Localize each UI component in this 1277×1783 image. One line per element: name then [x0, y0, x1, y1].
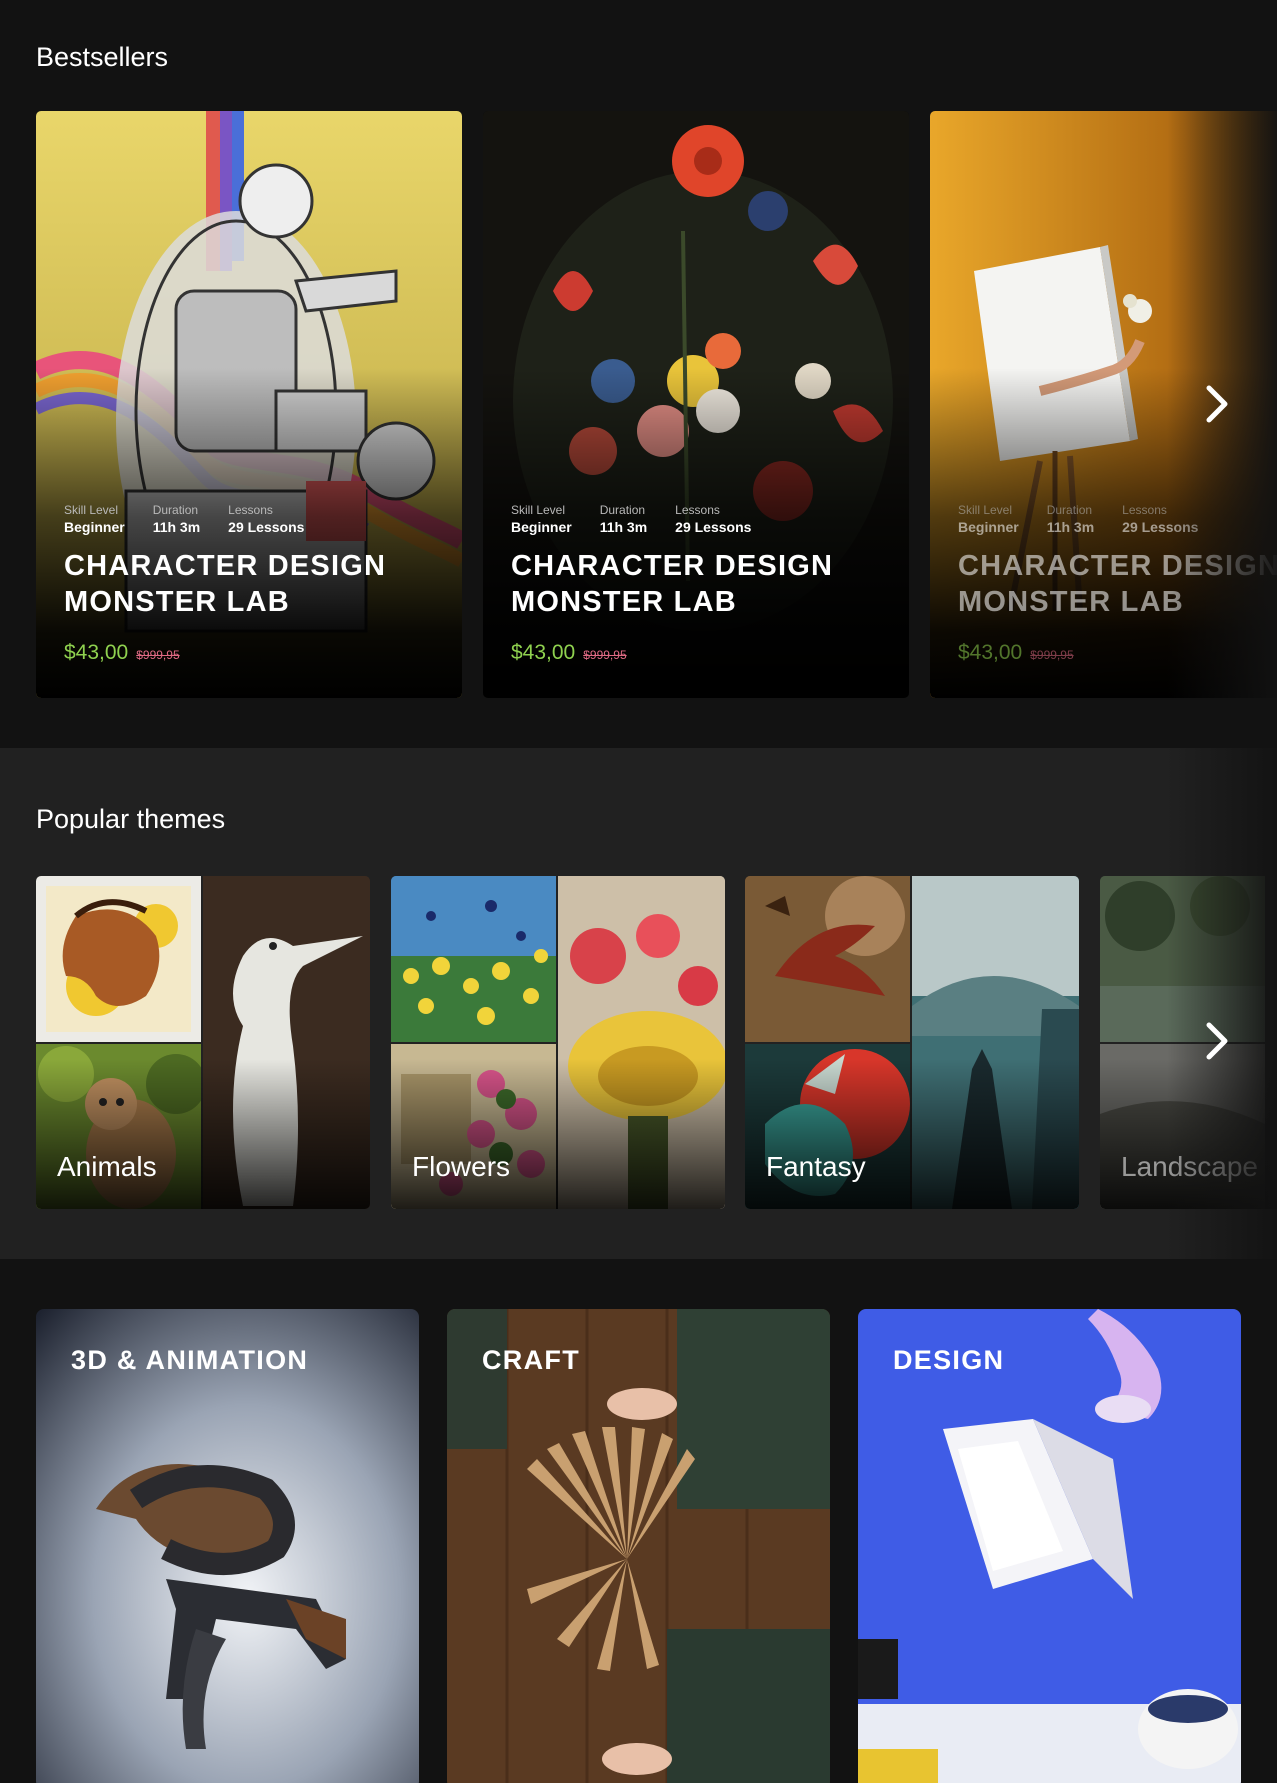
original-price: $999,95	[1030, 648, 1074, 662]
course-price: $43,00 $999,95	[511, 641, 627, 665]
course-price: $43,00 $999,95	[64, 641, 180, 665]
duration-label: Duration	[152, 503, 199, 517]
skill-level-value: Beginner	[511, 519, 572, 535]
bestsellers-section: Bestsellers Skill Level Beginner Duratio…	[0, 0, 1277, 748]
categories-section: 3D & ANIMATION CRAFT DESIGN	[0, 1259, 1277, 1783]
course-card[interactable]: Skill Level Beginner Duration 11h 3m Lesso…	[36, 111, 462, 698]
theme-label: Fantasy	[766, 1151, 866, 1182]
theme-image	[391, 876, 556, 1042]
theme-image	[745, 876, 910, 1042]
course-title: CHARACTER DESIGN MONSTER LAB	[64, 550, 387, 618]
course-meta: Skill Level Beginner Duration 11h 3m Lesso…	[64, 502, 304, 536]
skill-level-label: Skill Level	[64, 503, 119, 517]
current-price: $43,00	[958, 641, 1023, 664]
theme-label: Animals	[57, 1151, 157, 1182]
skill-level-label: Skill Level	[511, 503, 566, 517]
category-card-design[interactable]: DESIGN	[858, 1309, 1241, 1783]
theme-card-landscape[interactable]: Landscape	[1100, 876, 1277, 1209]
original-price: $999,95	[136, 648, 180, 662]
duration-value: 11h 3m	[152, 519, 201, 535]
course-title: CHARACTER DESIGN MONSTER LAB	[511, 550, 834, 618]
theme-gradient	[1100, 1059, 1277, 1209]
theme-card-flowers[interactable]: Flowers	[391, 876, 725, 1209]
popular-themes-section: Popular themes Animals Flowers Fantasy L…	[0, 748, 1277, 1259]
skill-level-value: Beginner	[64, 519, 125, 535]
category-card-3d-animation[interactable]: 3D & ANIMATION	[36, 1309, 419, 1783]
chevron-right-icon	[1206, 385, 1228, 423]
theme-gradient	[36, 1059, 370, 1209]
lessons-label: Lessons	[675, 503, 720, 517]
category-label: CRAFT	[482, 1345, 580, 1375]
course-title: CHARACTER DESIGN MONSTER LAB	[958, 550, 1277, 618]
theme-image	[1100, 876, 1265, 1042]
category-label: DESIGN	[893, 1345, 1005, 1375]
lessons-value: 29 Lessons	[1122, 519, 1199, 535]
chevron-right-icon	[1206, 1022, 1228, 1060]
current-price: $43,00	[511, 641, 576, 664]
current-price: $43,00	[64, 641, 129, 664]
lessons-label: Lessons	[1122, 503, 1167, 517]
skill-level-label: Skill Level	[958, 503, 1013, 517]
category-image	[858, 1309, 1241, 1783]
lessons-value: 29 Lessons	[228, 519, 305, 535]
duration-value: 11h 3m	[1046, 519, 1095, 535]
theme-gradient	[391, 1059, 725, 1209]
course-meta: Skill Level Beginner Duration 11h 3m Lesso…	[958, 502, 1198, 536]
theme-card-fantasy[interactable]: Fantasy	[745, 876, 1079, 1209]
theme-label: Landscape	[1121, 1151, 1259, 1182]
section-title-popular-themes: Popular themes	[36, 804, 226, 834]
duration-label: Duration	[1046, 503, 1093, 517]
skill-level-value: Beginner	[958, 519, 1019, 535]
bestsellers-next-button[interactable]	[1195, 382, 1239, 426]
course-meta: Skill Level Beginner Duration 11h 3m Lesso…	[511, 502, 751, 536]
course-price: $43,00 $999,95	[958, 641, 1074, 665]
themes-next-button[interactable]	[1195, 1019, 1239, 1063]
theme-image	[36, 876, 201, 1042]
duration-label: Duration	[599, 503, 646, 517]
duration-value: 11h 3m	[599, 519, 648, 535]
course-card[interactable]: Skill Level Beginner Duration 11h 3m Lesso…	[483, 111, 909, 698]
lessons-value: 29 Lessons	[675, 519, 752, 535]
category-label: 3D & ANIMATION	[71, 1345, 309, 1375]
theme-card-animals[interactable]: Animals	[36, 876, 370, 1209]
theme-gradient	[745, 1059, 1079, 1209]
category-image	[36, 1309, 419, 1783]
section-title-bestsellers: Bestsellers	[36, 42, 169, 72]
category-image	[447, 1309, 830, 1783]
category-card-craft[interactable]: CRAFT	[447, 1309, 830, 1783]
theme-label: Flowers	[412, 1151, 511, 1182]
lessons-label: Lessons	[228, 503, 273, 517]
original-price: $999,95	[583, 648, 627, 662]
